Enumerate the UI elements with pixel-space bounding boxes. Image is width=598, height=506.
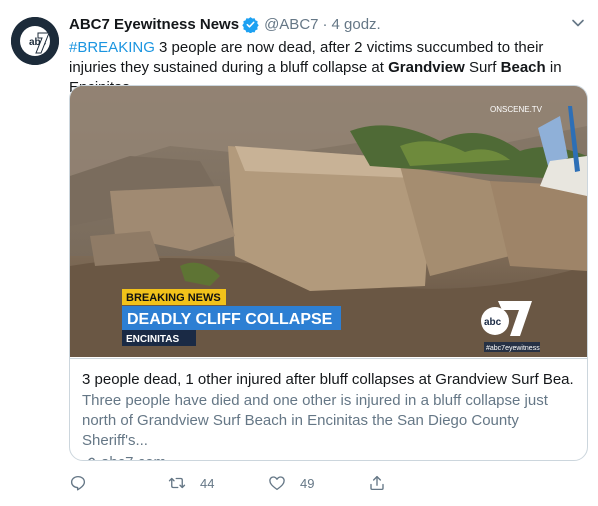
link-preview-card[interactable]: ONSCENE.TV BREAKING NEWS DEADLY CLIFF CO… xyxy=(69,85,588,461)
like-count: 49 xyxy=(300,475,315,491)
tweet-text-bold: Beach xyxy=(500,59,546,76)
banner-breaking-news: BREAKING NEWS xyxy=(126,292,221,304)
watermark-text: ONSCENE.TV xyxy=(490,105,543,114)
abc7-avatar[interactable]: abc xyxy=(11,17,59,65)
card-domain-text: abc7.com xyxy=(101,453,166,460)
card-title[interactable]: 3 people dead, 1 other injured after blu… xyxy=(82,370,575,390)
chevron-down-icon[interactable] xyxy=(570,15,586,31)
svg-text:abc: abc xyxy=(484,317,502,328)
banner-location: ENCINITAS xyxy=(126,334,179,345)
tweet[interactable]: abc ABC7 Eyewitness News @ABC7 · 4 godz.… xyxy=(0,0,598,506)
retweet-count: 44 xyxy=(200,475,215,491)
like-button[interactable]: 49 xyxy=(268,471,314,495)
banner-headline: DEADLY CLIFF COLLAPSE xyxy=(127,311,333,328)
author-name[interactable]: ABC7 Eyewitness News xyxy=(69,16,239,33)
tweet-text-part: Surf xyxy=(464,59,501,76)
tweet-header: ABC7 Eyewitness News @ABC7 · 4 godz. xyxy=(69,13,381,35)
author-handle[interactable]: @ABC7 xyxy=(264,16,318,33)
tweet-actions: 44 49 xyxy=(69,471,569,495)
tweet-timestamp[interactable]: 4 godz. xyxy=(332,16,381,33)
retweet-button[interactable]: 44 xyxy=(168,471,214,495)
card-body[interactable]: 3 people dead, 1 other injured after blu… xyxy=(70,358,587,460)
logo-handle: #abc7eyewitness xyxy=(486,345,540,352)
card-domain[interactable]: abc7.com xyxy=(82,453,575,460)
hashtag-link[interactable]: #BREAKING xyxy=(69,39,155,56)
reply-button[interactable] xyxy=(69,471,101,495)
share-icon xyxy=(370,475,384,491)
card-description: Three people have died and one other is … xyxy=(82,392,548,449)
tweet-text-bold: Grandview xyxy=(388,59,465,76)
verified-badge-icon xyxy=(242,16,259,33)
heart-icon xyxy=(269,476,285,491)
card-image[interactable]: ONSCENE.TV BREAKING NEWS DEADLY CLIFF CO… xyxy=(70,86,587,357)
separator-dot: · xyxy=(322,15,328,33)
share-button[interactable] xyxy=(368,471,386,495)
link-icon xyxy=(88,457,95,460)
reply-icon xyxy=(70,475,86,491)
retweet-icon xyxy=(168,477,186,489)
